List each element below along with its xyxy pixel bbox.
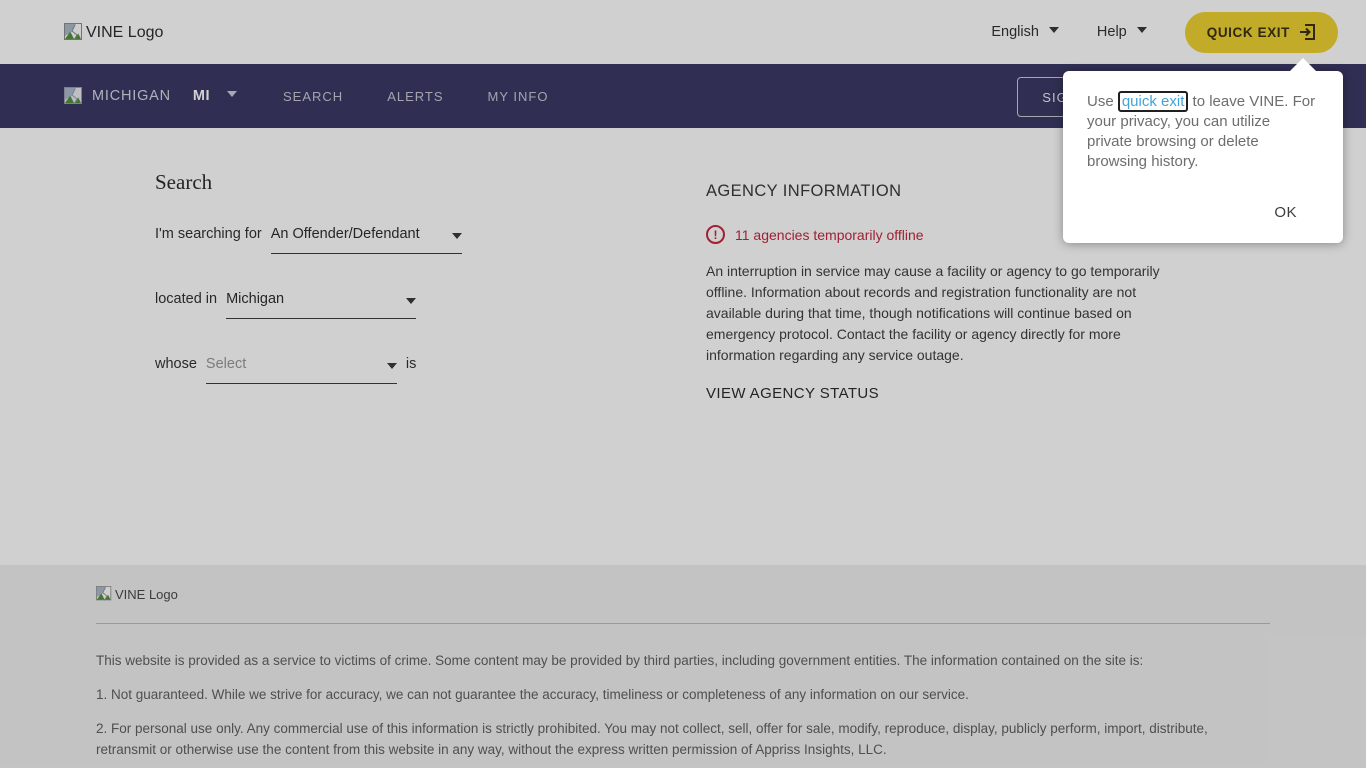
- page-footer: VINE Logo This website is provided as a …: [0, 565, 1366, 768]
- criteria-label: whose: [155, 356, 197, 372]
- criteria-placeholder: Select: [205, 356, 247, 372]
- criteria-suffix: is: [405, 356, 417, 372]
- chevron-down-icon: [227, 91, 238, 97]
- tooltip-text: Use quick exit to leave VINE. For your p…: [1087, 91, 1319, 172]
- search-type-label: I'm searching for: [155, 226, 262, 242]
- tooltip-ok-button[interactable]: OK: [1274, 204, 1297, 221]
- nav-item-search[interactable]: SEARCH: [283, 89, 343, 104]
- location-dropdown[interactable]: Michigan: [226, 291, 417, 319]
- top-utility-bar: VINE Logo English Help QUICK EXIT: [0, 0, 1366, 64]
- state-name: MICHIGAN: [92, 88, 171, 104]
- help-dropdown[interactable]: Help: [1097, 24, 1147, 40]
- agency-info-body: An interruption in service may cause a f…: [706, 263, 1160, 363]
- chevron-down-icon: [451, 233, 462, 239]
- quick-exit-tooltip: Use quick exit to leave VINE. For your p…: [1063, 58, 1343, 243]
- tooltip-text-before: Use: [1087, 93, 1118, 110]
- footer-disclaimer-item: 2. For personal use only. Any commercial…: [96, 720, 1208, 757]
- quick-exit-link[interactable]: quick exit: [1117, 91, 1189, 112]
- search-form: Search I'm searching for An Offender/Def…: [155, 170, 485, 384]
- chevron-down-icon: [386, 363, 397, 369]
- language-dropdown-label: English: [991, 24, 1039, 40]
- state-code-dropdown[interactable]: MI: [193, 88, 210, 104]
- help-dropdown-label: Help: [1096, 24, 1127, 40]
- criteria-row: whose Select is: [155, 356, 485, 384]
- footer-logo: VINE Logo: [96, 586, 1270, 602]
- site-logo-alt-text: VINE Logo: [86, 23, 164, 41]
- broken-image-icon: [64, 86, 82, 104]
- location-row: located in Michigan: [155, 291, 485, 319]
- nav-item-alerts[interactable]: ALERTS: [387, 89, 443, 104]
- location-value: Michigan: [226, 291, 285, 307]
- criteria-dropdown[interactable]: Select: [205, 356, 397, 384]
- exit-icon: [1300, 24, 1315, 40]
- state-brand[interactable]: MICHIGAN MI: [64, 86, 238, 106]
- view-agency-status-link[interactable]: VIEW AGENCY STATUS: [706, 385, 879, 402]
- nav-links: SEARCH ALERTS MY INFO: [283, 89, 548, 104]
- chevron-down-icon: [1136, 27, 1147, 33]
- footer-divider: [96, 623, 1270, 624]
- nav-item-my-info[interactable]: MY INFO: [488, 89, 549, 104]
- language-dropdown[interactable]: English: [991, 24, 1059, 40]
- site-logo[interactable]: VINE Logo: [64, 22, 164, 42]
- location-label: located in: [155, 291, 218, 307]
- chevron-down-icon: [406, 298, 417, 304]
- search-type-value: An Offender/Defendant: [270, 226, 420, 242]
- alert-circle-icon: !: [706, 225, 725, 244]
- search-title: Search: [155, 170, 213, 194]
- agency-offline-text: 11 agencies temporarily offline: [735, 226, 924, 243]
- broken-image-icon: [96, 586, 112, 601]
- tooltip-arrow: [1290, 58, 1316, 71]
- topbar-actions: English Help QUICK EXIT: [991, 11, 1338, 53]
- footer-disclaimer-item: 1. Not guaranteed. While we strive for a…: [96, 686, 969, 702]
- quick-exit-button[interactable]: QUICK EXIT: [1184, 11, 1338, 53]
- footer-logo-alt-text: VINE Logo: [115, 587, 178, 602]
- search-type-row: I'm searching for An Offender/Defendant: [155, 226, 485, 254]
- footer-disclaimer-intro: This website is provided as a service to…: [96, 653, 1144, 668]
- broken-image-icon: [64, 22, 82, 40]
- quick-exit-label: QUICK EXIT: [1206, 24, 1290, 40]
- chevron-down-icon: [1048, 27, 1059, 33]
- search-type-dropdown[interactable]: An Offender/Defendant: [270, 226, 462, 254]
